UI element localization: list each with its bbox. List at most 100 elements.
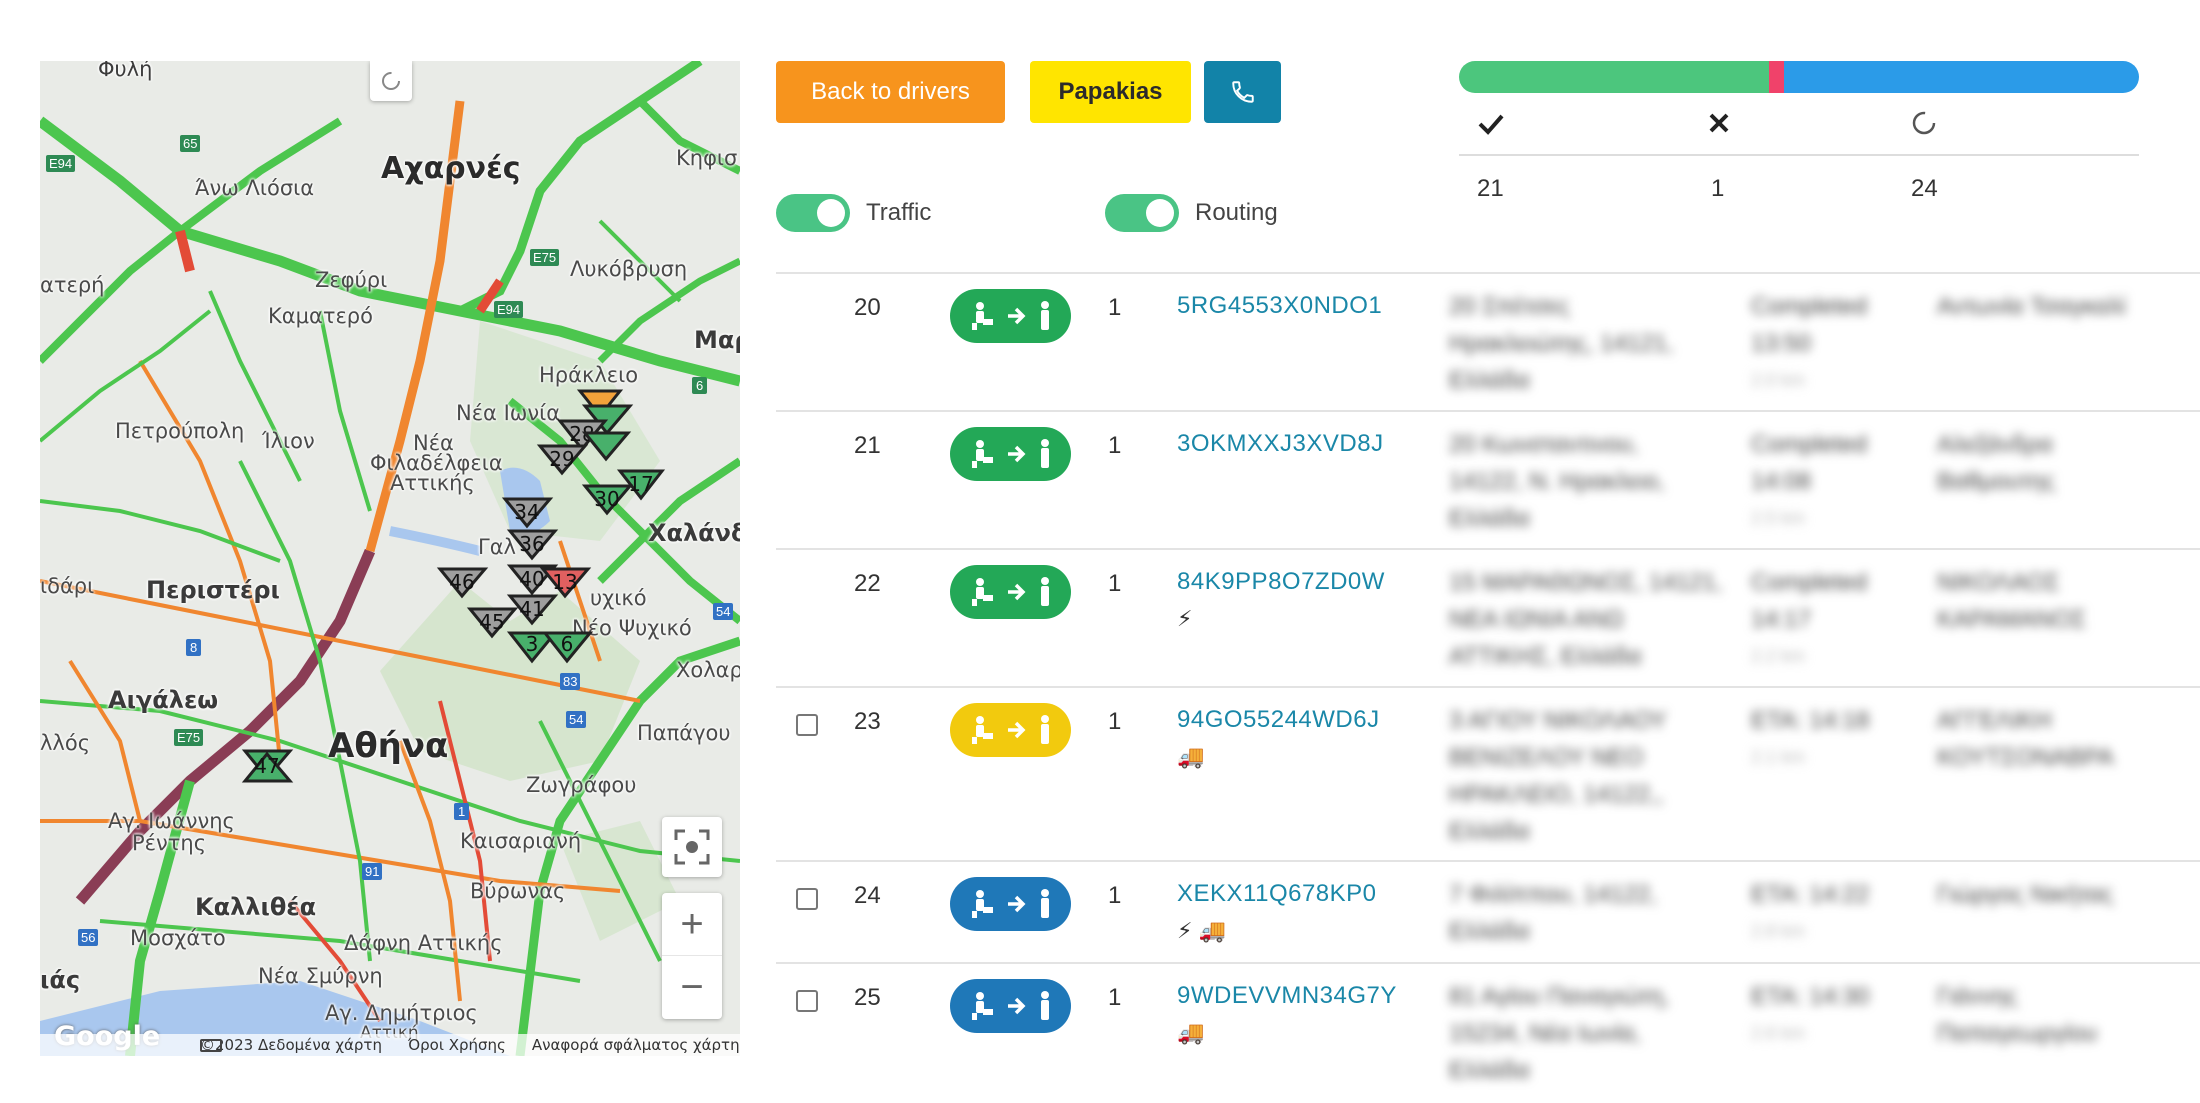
- recipient-icon: [1040, 889, 1049, 918]
- recipient-name-line: Παπαγεωργίου: [1937, 1020, 2098, 1047]
- svg-text:3: 3: [526, 632, 539, 656]
- svg-text:30: 30: [594, 487, 619, 511]
- delivery-state: Completed 14:17: [1751, 564, 1867, 638]
- address-line: 15234, Νέα Ιωνία,: [1449, 1020, 1641, 1047]
- zoom-in-button[interactable]: +: [662, 894, 722, 956]
- recipient-name-line: Αντωνία Τσαγκαλί: [1937, 293, 2126, 320]
- table-row[interactable]: 25 1 9WDEVVMN34G7Y 🚚 81 Αγίου Παναγιώτη, 1523…: [776, 962, 2200, 1100]
- recipient-name: ΝΙΚΟΛΑΟΣ ΚΑΡΑΜΑΝΟΣ: [1937, 564, 2086, 638]
- back-to-drivers-button[interactable]: Back to drivers: [776, 61, 1005, 123]
- item-quantity: 1: [1108, 570, 1122, 597]
- recipient-icon: [1040, 577, 1049, 606]
- handover-status-pill[interactable]: [950, 565, 1071, 619]
- driver-icon: [971, 992, 993, 1020]
- delivery-address: 20 Σπέτσες Ηρακλειώτης, 14121, Ελλάδα: [1449, 288, 1673, 399]
- table-row[interactable]: 23 1 94GO55244WD6J 🚚 3 ΑΓΙΟΥ ΝΙΚΟΛΑΟΥ ΒΕΝΙΖΕΛ…: [776, 686, 2200, 860]
- zoom-out-button[interactable]: −: [662, 956, 722, 1018]
- address-line: ΗΡΑΚΛΕΙΟ, 14122,,: [1449, 781, 1664, 808]
- row-checkbox[interactable]: [796, 888, 818, 910]
- tracking-code-link[interactable]: 84K9PP8O7ZD0W: [1177, 568, 1385, 596]
- svg-text:36: 36: [519, 532, 544, 556]
- tracking-code-link[interactable]: 3OKMXXJ3XVD8J: [1177, 430, 1384, 458]
- delivery-address: 15 ΜΑΡΑΘΩΝΟΣ, 14121, ΝΕΑ ΙΩΝΙΑ ΑΝΩ ΑΤΤΙΚΗΣ…: [1449, 564, 1722, 675]
- delivery-tags: 🚚: [1177, 1020, 1205, 1045]
- traffic-toggle[interactable]: [776, 194, 850, 232]
- handover-status-pill[interactable]: [950, 703, 1071, 757]
- routing-toggle-label: Routing: [1195, 199, 1278, 226]
- driver-name-button[interactable]: Papakias: [1030, 61, 1191, 123]
- handover-status-pill[interactable]: [950, 877, 1071, 931]
- arrow-right-icon: [1007, 307, 1025, 325]
- delivery-distance: 2.1 km: [1751, 747, 1806, 767]
- row-number: 22: [854, 570, 881, 597]
- driver-icon: [971, 578, 993, 606]
- svg-text:17: 17: [628, 472, 653, 496]
- delivery-distance: 2.0 km: [1751, 370, 1806, 390]
- recipient-name: ΑΓΓΕΛΙΚΗ ΚΟΥΤΣΟΝΑΒΡΑ: [1937, 702, 2114, 776]
- handover-status-pill[interactable]: [950, 289, 1071, 343]
- row-checkbox[interactable]: [796, 990, 818, 1012]
- delivery-tags: ⚡ 🚚: [1177, 918, 1226, 943]
- delivery-state-line: 14:08: [1751, 468, 1812, 495]
- handover-status-pill[interactable]: [950, 427, 1071, 481]
- recipient-name-line: Γιάννης: [1937, 983, 2018, 1010]
- delivery-state-line: 13:50: [1751, 330, 1812, 357]
- delivery-marker: 30: [581, 484, 634, 516]
- failed-count: 1: [1711, 175, 1725, 202]
- delivery-distance: 2.8 km: [1751, 921, 1806, 941]
- svg-text:45: 45: [479, 610, 504, 634]
- recipient-icon: [1040, 715, 1049, 744]
- item-quantity: 1: [1108, 984, 1122, 1011]
- keyboard-icon[interactable]: [200, 1039, 222, 1052]
- handover-status-pill[interactable]: [950, 979, 1071, 1033]
- svg-text:34: 34: [514, 500, 539, 524]
- zoom-control: + −: [662, 893, 722, 1019]
- delivery-address: 3 ΑΓΙΟΥ ΝΙΚΟΛΑΟΥ ΒΕΝΙΖΕΛΟΥ ΝΕΟ ΗΡΑΚΛΕΙΟ, 1…: [1449, 702, 1667, 850]
- address-line: ΝΕΑ ΙΩΝΙΑ ΑΝΩ: [1449, 606, 1624, 633]
- address-line: 81 Αγίου Παναγιώτη,: [1449, 983, 1670, 1010]
- address-line: 3 ΑΓΙΟΥ ΝΙΚΟΛΑΟΥ: [1449, 707, 1667, 734]
- table-row[interactable]: 20 1 5RG4553X0NDO1 20 Σπέτσες Ηρακλειώτης, 1…: [776, 272, 2200, 410]
- report-error-link[interactable]: Αναφορά σφάλματος χάρτη: [532, 1036, 740, 1054]
- recipient-name-line: ΑΓΓΕΛΙΚΗ: [1937, 707, 2052, 734]
- row-number: 21: [854, 432, 881, 459]
- delivery-tags: ⚡: [1177, 606, 1193, 631]
- arrow-right-icon: [1007, 721, 1025, 739]
- terms-link[interactable]: Όροι Χρήσης: [408, 1036, 506, 1054]
- tracking-code-link[interactable]: 94GO55244WD6J: [1177, 706, 1380, 734]
- svg-text:6: 6: [561, 632, 574, 656]
- delivery-address: 81 Αγίου Παναγιώτη, 15234, Νέα Ιωνία, Ελλά…: [1449, 978, 1669, 1089]
- spinner-icon: [382, 72, 400, 90]
- call-driver-button[interactable]: [1204, 61, 1281, 123]
- tracking-code-link[interactable]: 5RG4553X0NDO1: [1177, 292, 1382, 320]
- table-row[interactable]: 24 1 XEKX11Q678KP0 ⚡ 🚚 7 Φιλίππου, 14122, Ελλ…: [776, 860, 2200, 962]
- pending-count: 24: [1911, 175, 1938, 202]
- progress-failed-segment: [1769, 61, 1785, 93]
- item-quantity: 1: [1108, 432, 1122, 459]
- routing-toggle[interactable]: [1105, 194, 1179, 232]
- delivery-distance: 2.2 km: [1751, 646, 1806, 666]
- row-checkbox[interactable]: [796, 714, 818, 736]
- address-line: Ελλάδα: [1449, 505, 1530, 532]
- item-quantity: 1: [1108, 294, 1122, 321]
- svg-text:40: 40: [519, 567, 544, 591]
- delivery-marker: 41: [506, 594, 559, 626]
- map-panel[interactable]: Φυλή Αχαρνές Άνω Λιόσια Κηφισ Ζεφύρι Λυκ…: [40, 61, 740, 1056]
- status-summary-header: [1459, 100, 2139, 156]
- table-row[interactable]: 22 1 84K9PP8O7ZD0W ⚡ 15 ΜΑΡΑΘΩΝΟΣ, 14121, ΝΕΑ…: [776, 548, 2200, 686]
- delivery-state: ETA: 14:18: [1751, 702, 1869, 739]
- delivery-state: ETA: 14:30: [1751, 978, 1869, 1015]
- tracking-code-link[interactable]: 9WDEVVMN34G7Y: [1177, 982, 1397, 1010]
- address-line: 14122, Ν. Ηρακλειο,: [1449, 468, 1665, 495]
- x-icon: [1709, 113, 1729, 133]
- recenter-button[interactable]: [662, 817, 722, 877]
- tracking-code-link[interactable]: XEKX11Q678KP0: [1177, 880, 1377, 908]
- delivery-address: 20 Κωνσταντινου, 14122, Ν. Ηρακλειο, Ελλάδ…: [1449, 426, 1665, 537]
- delivery-state-line: Completed: [1751, 293, 1868, 320]
- recipient-name-line: ΚΑΡΑΜΑΝΟΣ: [1937, 606, 2087, 633]
- table-row[interactable]: 21 1 3OKMXXJ3XVD8J 20 Κωνσταντινου, 14122, Ν…: [776, 410, 2200, 548]
- svg-text:29: 29: [549, 447, 574, 471]
- recipient-icon: [1040, 439, 1049, 468]
- address-line: 7 Φιλίππου, 14122,: [1449, 881, 1657, 908]
- map-loading-spinner: [370, 61, 412, 101]
